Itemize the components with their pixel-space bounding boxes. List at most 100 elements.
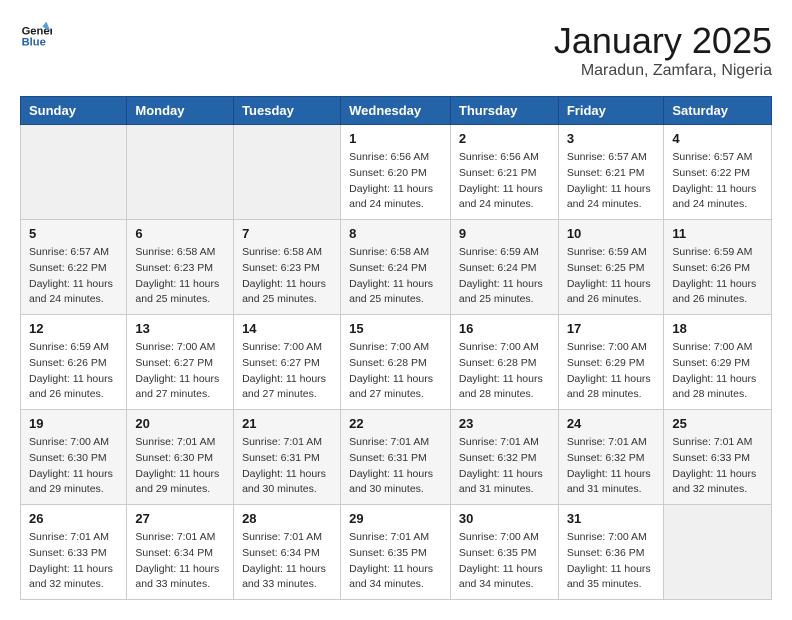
day-info: Sunrise: 6:56 AM Sunset: 6:20 PM Dayligh… (349, 150, 442, 213)
calendar-cell: 21 Sunrise: 7:01 AM Sunset: 6:31 PM Dayli… (234, 410, 341, 505)
calendar-cell: 26 Sunrise: 7:01 AM Sunset: 6:33 PM Dayli… (21, 505, 127, 600)
weekday-header-friday: Friday (558, 97, 664, 125)
day-info: Sunrise: 6:59 AM Sunset: 6:26 PM Dayligh… (672, 245, 763, 308)
svg-text:Blue: Blue (22, 37, 46, 49)
day-info: Sunrise: 7:01 AM Sunset: 6:31 PM Dayligh… (242, 435, 332, 498)
day-info: Sunrise: 6:58 AM Sunset: 6:23 PM Dayligh… (242, 245, 332, 308)
calendar-cell: 13 Sunrise: 7:00 AM Sunset: 6:27 PM Dayli… (127, 315, 234, 410)
day-number: 5 (29, 226, 118, 241)
calendar-cell: 28Sunrise: 7:01 AM Sunset: 6:34 PM Dayli… (234, 505, 341, 600)
calendar-week-row: 26 Sunrise: 7:01 AM Sunset: 6:33 PM Dayli… (21, 505, 772, 600)
day-number: 31 (567, 511, 656, 526)
day-number: 28 (242, 511, 332, 526)
calendar-cell: 6 Sunrise: 6:58 AM Sunset: 6:23 PM Daylig… (127, 220, 234, 315)
day-info: Sunrise: 7:01 AM Sunset: 6:30 PM Dayligh… (135, 435, 225, 498)
weekday-header-saturday: Saturday (664, 97, 772, 125)
day-info: Sunrise: 7:00 AM Sunset: 6:29 PM Dayligh… (672, 340, 763, 403)
day-info: Sunrise: 6:58 AM Sunset: 6:23 PM Dayligh… (135, 245, 225, 308)
logo: General Blue (20, 20, 52, 52)
day-number: 12 (29, 321, 118, 336)
day-number: 16 (459, 321, 550, 336)
calendar-cell: 1 Sunrise: 6:56 AM Sunset: 6:20 PM Daylig… (341, 125, 451, 220)
weekday-header-monday: Monday (127, 97, 234, 125)
day-info: Sunrise: 6:59 AM Sunset: 6:26 PM Dayligh… (29, 340, 118, 403)
weekday-header-row: SundayMondayTuesdayWednesdayThursdayFrid… (21, 97, 772, 125)
logo-icon: General Blue (20, 20, 52, 52)
day-info: Sunrise: 6:58 AM Sunset: 6:24 PM Dayligh… (349, 245, 442, 308)
weekday-header-thursday: Thursday (450, 97, 558, 125)
day-number: 6 (135, 226, 225, 241)
calendar-cell: 10 Sunrise: 6:59 AM Sunset: 6:25 PM Dayli… (558, 220, 664, 315)
day-info: Sunrise: 7:01 AM Sunset: 6:32 PM Dayligh… (567, 435, 656, 498)
day-info: Sunrise: 6:59 AM Sunset: 6:25 PM Dayligh… (567, 245, 656, 308)
day-number: 7 (242, 226, 332, 241)
calendar-cell: 14 Sunrise: 7:00 AM Sunset: 6:27 PM Dayli… (234, 315, 341, 410)
day-info: Sunrise: 7:00 AM Sunset: 6:28 PM Dayligh… (349, 340, 442, 403)
calendar-cell: 7 Sunrise: 6:58 AM Sunset: 6:23 PM Daylig… (234, 220, 341, 315)
day-number: 9 (459, 226, 550, 241)
calendar-table: SundayMondayTuesdayWednesdayThursdayFrid… (20, 96, 772, 600)
day-number: 18 (672, 321, 763, 336)
day-number: 10 (567, 226, 656, 241)
day-info: Sunrise: 6:57 AM Sunset: 6:22 PM Dayligh… (29, 245, 118, 308)
calendar-cell: 11 Sunrise: 6:59 AM Sunset: 6:26 PM Dayli… (664, 220, 772, 315)
day-info: Sunrise: 7:00 AM Sunset: 6:29 PM Dayligh… (567, 340, 656, 403)
calendar-cell: 16Sunrise: 7:00 AM Sunset: 6:28 PM Dayli… (450, 315, 558, 410)
calendar-cell: 12 Sunrise: 6:59 AM Sunset: 6:26 PM Dayli… (21, 315, 127, 410)
page-header: General Blue January 2025 Maradun, Zamfa… (20, 20, 772, 80)
day-info: Sunrise: 7:00 AM Sunset: 6:27 PM Dayligh… (242, 340, 332, 403)
calendar-cell: 5 Sunrise: 6:57 AM Sunset: 6:22 PM Daylig… (21, 220, 127, 315)
calendar-cell (21, 125, 127, 220)
weekday-header-tuesday: Tuesday (234, 97, 341, 125)
location-subtitle: Maradun, Zamfara, Nigeria (554, 62, 772, 80)
day-number: 19 (29, 416, 118, 431)
weekday-header-sunday: Sunday (21, 97, 127, 125)
calendar-cell: 27 Sunrise: 7:01 AM Sunset: 6:34 PM Dayli… (127, 505, 234, 600)
calendar-cell: 18 Sunrise: 7:00 AM Sunset: 6:29 PM Dayli… (664, 315, 772, 410)
day-info: Sunrise: 7:00 AM Sunset: 6:27 PM Dayligh… (135, 340, 225, 403)
calendar-cell: 17Sunrise: 7:00 AM Sunset: 6:29 PM Dayli… (558, 315, 664, 410)
calendar-cell: 8Sunrise: 6:58 AM Sunset: 6:24 PM Daylig… (341, 220, 451, 315)
day-number: 13 (135, 321, 225, 336)
weekday-header-wednesday: Wednesday (341, 97, 451, 125)
day-info: Sunrise: 7:01 AM Sunset: 6:33 PM Dayligh… (672, 435, 763, 498)
day-info: Sunrise: 6:57 AM Sunset: 6:21 PM Dayligh… (567, 150, 656, 213)
day-number: 25 (672, 416, 763, 431)
calendar-cell: 31 Sunrise: 7:00 AM Sunset: 6:36 PM Dayli… (558, 505, 664, 600)
day-number: 15 (349, 321, 442, 336)
day-info: Sunrise: 6:57 AM Sunset: 6:22 PM Dayligh… (672, 150, 763, 213)
calendar-week-row: 5 Sunrise: 6:57 AM Sunset: 6:22 PM Daylig… (21, 220, 772, 315)
calendar-cell: 3 Sunrise: 6:57 AM Sunset: 6:21 PM Daylig… (558, 125, 664, 220)
day-number: 1 (349, 131, 442, 146)
calendar-cell: 15 Sunrise: 7:00 AM Sunset: 6:28 PM Dayli… (341, 315, 451, 410)
calendar-cell: 9 Sunrise: 6:59 AM Sunset: 6:24 PM Daylig… (450, 220, 558, 315)
day-number: 27 (135, 511, 225, 526)
day-number: 2 (459, 131, 550, 146)
day-number: 24 (567, 416, 656, 431)
calendar-cell: 4 Sunrise: 6:57 AM Sunset: 6:22 PM Daylig… (664, 125, 772, 220)
day-info: Sunrise: 7:01 AM Sunset: 6:33 PM Dayligh… (29, 530, 118, 593)
title-block: January 2025 Maradun, Zamfara, Nigeria (554, 20, 772, 80)
calendar-cell (234, 125, 341, 220)
calendar-cell: 25 Sunrise: 7:01 AM Sunset: 6:33 PM Dayli… (664, 410, 772, 505)
calendar-cell: 20 Sunrise: 7:01 AM Sunset: 6:30 PM Dayli… (127, 410, 234, 505)
day-info: Sunrise: 6:59 AM Sunset: 6:24 PM Dayligh… (459, 245, 550, 308)
day-number: 22 (349, 416, 442, 431)
day-number: 26 (29, 511, 118, 526)
day-info: Sunrise: 7:01 AM Sunset: 6:34 PM Dayligh… (135, 530, 225, 593)
day-number: 11 (672, 226, 763, 241)
day-number: 29 (349, 511, 442, 526)
day-number: 14 (242, 321, 332, 336)
day-number: 4 (672, 131, 763, 146)
day-number: 20 (135, 416, 225, 431)
day-info: Sunrise: 7:00 AM Sunset: 6:36 PM Dayligh… (567, 530, 656, 593)
day-info: Sunrise: 7:01 AM Sunset: 6:32 PM Dayligh… (459, 435, 550, 498)
calendar-cell: 22Sunrise: 7:01 AM Sunset: 6:31 PM Dayli… (341, 410, 451, 505)
day-number: 21 (242, 416, 332, 431)
calendar-cell: 19 Sunrise: 7:00 AM Sunset: 6:30 PM Dayli… (21, 410, 127, 505)
day-number: 3 (567, 131, 656, 146)
calendar-week-row: 12 Sunrise: 6:59 AM Sunset: 6:26 PM Dayli… (21, 315, 772, 410)
day-info: Sunrise: 7:00 AM Sunset: 6:30 PM Dayligh… (29, 435, 118, 498)
calendar-cell: 2Sunrise: 6:56 AM Sunset: 6:21 PM Daylig… (450, 125, 558, 220)
day-number: 30 (459, 511, 550, 526)
